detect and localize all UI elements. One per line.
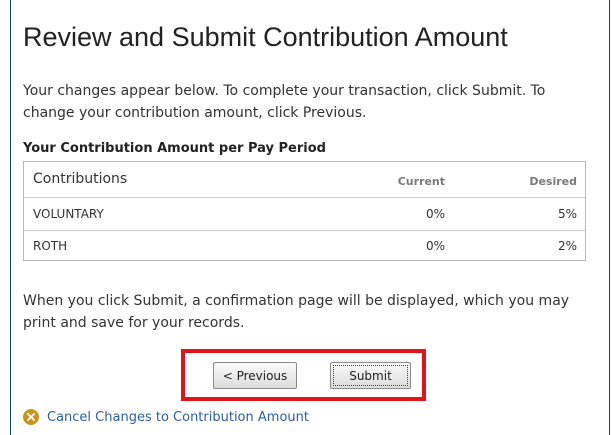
- contribution-table: Contributions Current Desired VOLUNTARY …: [23, 161, 586, 261]
- cancel-link-label[interactable]: Cancel Changes to Contribution Amount: [47, 410, 309, 425]
- close-circle-icon: [23, 409, 39, 425]
- table-row: ROTH 0% 2%: [24, 231, 585, 261]
- row-desired-value: 5%: [557, 207, 577, 221]
- row-current-value: 0%: [425, 239, 445, 253]
- header-desired: Desired: [529, 175, 577, 188]
- header-contributions: Contributions: [33, 171, 128, 187]
- page-title: Review and Submit Contribution Amount: [23, 22, 508, 52]
- submit-button[interactable]: Submit: [330, 362, 411, 389]
- intro-text: Your changes appear below. To complete y…: [23, 83, 546, 121]
- previous-button[interactable]: < Previous: [213, 362, 297, 389]
- row-current-value: 0%: [425, 207, 445, 221]
- table-row: VOLUNTARY 0% 5%: [24, 198, 585, 231]
- section-label: Your Contribution Amount per Pay Period: [23, 141, 326, 156]
- row-contribution-name: ROTH: [33, 239, 68, 253]
- confirmation-note: When you click Submit, a confirmation pa…: [23, 293, 570, 331]
- row-desired-value: 2%: [557, 239, 577, 253]
- cancel-changes-link[interactable]: Cancel Changes to Contribution Amount: [23, 407, 309, 427]
- table-header-row: Contributions Current Desired: [24, 162, 585, 198]
- header-current: Current: [397, 175, 445, 188]
- row-contribution-name: VOLUNTARY: [33, 207, 104, 221]
